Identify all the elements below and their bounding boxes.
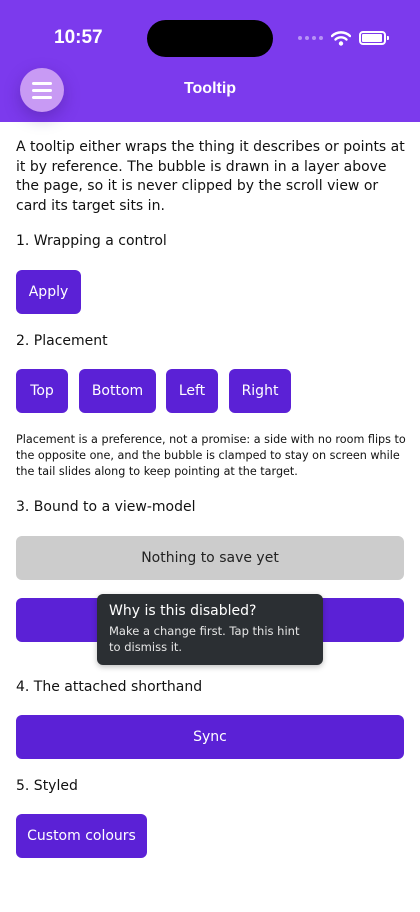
sync-button[interactable]: Sync: [16, 715, 404, 759]
status-time: 10:57: [54, 27, 103, 48]
placement-left-button[interactable]: Left: [166, 369, 218, 413]
wifi-icon: [331, 30, 351, 46]
status-icons: [298, 28, 389, 48]
tooltip-bubble[interactable]: Why is this disabled? Make a change firs…: [97, 594, 323, 665]
cellular-signal-icon: [298, 36, 323, 40]
tooltip-title: Why is this disabled?: [109, 603, 257, 619]
tooltip-body: Make a change first. Tap this hint to di…: [109, 624, 300, 654]
battery-icon: [359, 31, 389, 45]
section-placement-label: 2. Placement: [16, 333, 108, 349]
section-shorthand-label: 4. The attached shorthand: [16, 679, 203, 695]
section-bound-label: 3. Bound to a view-model: [16, 499, 196, 515]
app-header: 10:57 Tooltip: [0, 0, 420, 122]
placement-note: Placement is a preference, not a promise…: [16, 433, 406, 478]
custom-colours-button[interactable]: Custom colours: [16, 814, 147, 858]
dynamic-island: [147, 20, 273, 57]
placement-bottom-button[interactable]: Bottom: [79, 369, 156, 413]
section-wrapping-label: 1. Wrapping a control: [16, 233, 167, 249]
placement-top-button[interactable]: Top: [16, 369, 68, 413]
save-button-disabled: Nothing to save yet: [16, 536, 404, 580]
intro-text: A tooltip either wraps the thing it desc…: [16, 139, 405, 214]
placement-right-button[interactable]: Right: [229, 369, 291, 413]
apply-button[interactable]: Apply: [16, 270, 81, 314]
page-title: Tooltip: [183, 80, 237, 97]
section-styled-label: 5. Styled: [16, 778, 78, 794]
